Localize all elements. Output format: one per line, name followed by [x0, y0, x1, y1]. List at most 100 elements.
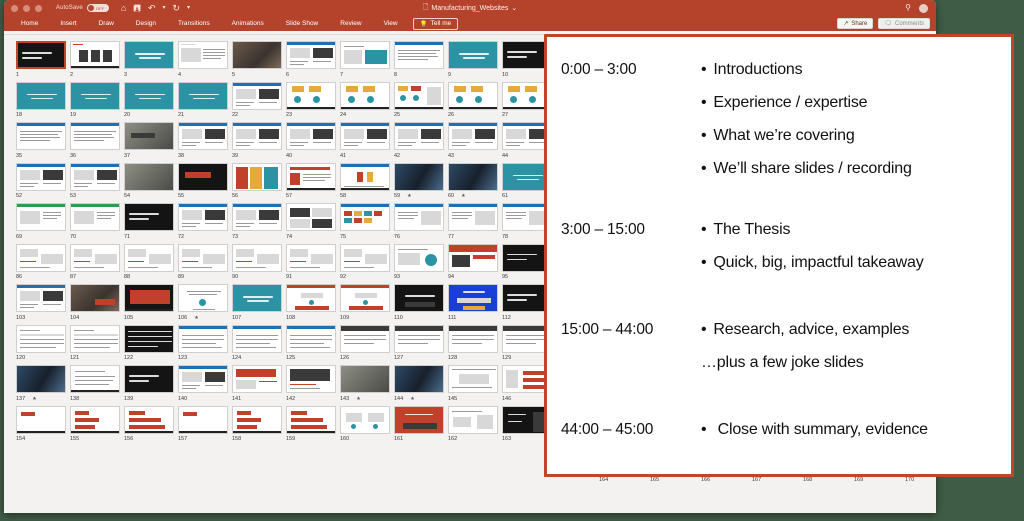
slide-cell[interactable]: 128	[448, 324, 501, 363]
slide-thumbnail-6[interactable]	[286, 41, 336, 69]
slide-thumbnail-58[interactable]	[340, 162, 390, 191]
tab-review[interactable]: Review	[329, 16, 372, 31]
slide-thumbnail-22[interactable]	[232, 81, 282, 110]
slide-thumbnail-89[interactable]	[178, 243, 228, 272]
slide-thumbnail-3[interactable]	[124, 41, 174, 69]
slide-cell[interactable]: 1	[16, 41, 69, 79]
slide-thumbnail-91[interactable]	[286, 243, 336, 272]
slide-cell[interactable]: 7	[340, 41, 393, 79]
slide-thumbnail-21[interactable]	[178, 81, 228, 110]
slide-cell[interactable]: 123	[178, 324, 231, 363]
slide-cell[interactable]: 3	[124, 41, 177, 79]
slide-thumbnail-18[interactable]	[16, 81, 66, 110]
slide-cell[interactable]: 52	[16, 162, 69, 201]
slide-thumbnail-155[interactable]	[70, 405, 120, 434]
slide-thumbnail-125[interactable]	[286, 324, 336, 353]
slide-thumbnail-90[interactable]	[232, 243, 282, 272]
slide-cell[interactable]: 138	[70, 365, 123, 403]
slide-cell[interactable]: 6	[286, 41, 339, 79]
slide-cell[interactable]: 55	[178, 162, 231, 201]
close-window-button[interactable]	[11, 4, 18, 12]
slide-thumbnail-104[interactable]	[70, 284, 120, 312]
undo-chevron-down-icon[interactable]: ▾	[162, 5, 165, 11]
tab-insert[interactable]: Insert	[49, 16, 87, 31]
slide-cell[interactable]: 69	[16, 203, 69, 241]
slide-thumbnail-156[interactable]	[124, 405, 174, 434]
slide-thumbnail-145[interactable]	[448, 365, 498, 393]
slide-thumbnail-25[interactable]	[394, 81, 444, 110]
slide-cell[interactable]: 161	[394, 405, 447, 444]
slide-thumbnail-5[interactable]	[232, 41, 282, 69]
slide-thumbnail-120[interactable]	[16, 324, 66, 353]
slide-thumbnail-127[interactable]	[394, 324, 444, 353]
slide-cell[interactable]: 40	[286, 122, 339, 160]
slide-thumbnail-35[interactable]	[16, 122, 66, 150]
slide-cell[interactable]: 87	[70, 243, 123, 282]
slide-thumbnail-53[interactable]	[70, 162, 120, 191]
search-icon[interactable]: ⚲	[905, 4, 911, 12]
slide-cell[interactable]: 127	[394, 324, 447, 363]
animation-star-icon[interactable]	[356, 396, 360, 402]
slide-thumbnail-160[interactable]	[340, 405, 390, 434]
slide-cell[interactable]: 70	[70, 203, 123, 241]
slide-thumbnail-23[interactable]	[286, 81, 336, 110]
animation-star-icon[interactable]	[32, 396, 36, 402]
slide-thumbnail-137[interactable]	[16, 365, 66, 393]
slide-thumbnail-19[interactable]	[70, 81, 120, 110]
slide-cell[interactable]: 120	[16, 324, 69, 363]
autosave-control[interactable]: AutoSave OFF	[56, 4, 109, 12]
tab-design[interactable]: Design	[125, 16, 167, 31]
slide-cell[interactable]: 157	[178, 405, 231, 444]
slide-cell[interactable]: 105	[124, 284, 177, 322]
slide-cell[interactable]: 145	[448, 365, 501, 403]
comments-button[interactable]: 🗨 Comments	[878, 18, 930, 29]
slide-thumbnail-124[interactable]	[232, 324, 282, 353]
slide-thumbnail-73[interactable]	[232, 203, 282, 231]
slide-thumbnail-110[interactable]	[394, 284, 444, 312]
slide-thumbnail-40[interactable]	[286, 122, 336, 150]
slide-cell[interactable]: 89	[178, 243, 231, 282]
slide-thumbnail-157[interactable]	[178, 405, 228, 434]
quick-access-toolbar[interactable]: ⌂ 🖪 ↶ ▾ ↻ ▾	[121, 3, 190, 13]
slide-cell[interactable]: 74	[286, 203, 339, 241]
slide-cell[interactable]: 57	[286, 162, 339, 201]
slide-thumbnail-159[interactable]	[286, 405, 336, 434]
save-icon[interactable]: 🖪	[133, 3, 141, 13]
redo-icon[interactable]: ↻	[173, 3, 181, 13]
slide-thumbnail-138[interactable]	[70, 365, 120, 393]
slide-thumbnail-56[interactable]	[232, 162, 282, 191]
slide-thumbnail-143[interactable]	[340, 365, 390, 393]
slide-cell[interactable]: 42	[394, 122, 447, 160]
slide-cell[interactable]: 22	[232, 81, 285, 120]
slide-cell[interactable]: 59	[394, 162, 447, 201]
slide-thumbnail-39[interactable]	[232, 122, 282, 150]
tab-home[interactable]: Home	[10, 16, 49, 31]
slide-cell[interactable]: 93	[394, 243, 447, 282]
slide-thumbnail-121[interactable]	[70, 324, 120, 353]
slide-thumbnail-52[interactable]	[16, 162, 66, 191]
slide-thumbnail-54[interactable]	[124, 162, 174, 191]
slide-cell[interactable]: 124	[232, 324, 285, 363]
slide-cell[interactable]: 71	[124, 203, 177, 241]
slide-cell[interactable]: 20	[124, 81, 177, 120]
slide-cell[interactable]: 143	[340, 365, 393, 403]
slide-cell[interactable]: 18	[16, 81, 69, 120]
slide-thumbnail-139[interactable]	[124, 365, 174, 393]
slide-thumbnail-109[interactable]	[340, 284, 390, 312]
home-icon[interactable]: ⌂	[121, 3, 126, 13]
slide-cell[interactable]: 154	[16, 405, 69, 444]
slide-cell[interactable]: 125	[286, 324, 339, 363]
slide-cell[interactable]: 160	[340, 405, 393, 444]
slide-cell[interactable]: 103	[16, 284, 69, 322]
slide-thumbnail-86[interactable]	[16, 243, 66, 272]
slide-cell[interactable]: 155	[70, 405, 123, 444]
slide-thumbnail-87[interactable]	[70, 243, 120, 272]
animation-star-icon[interactable]	[410, 396, 414, 402]
slide-thumbnail-105[interactable]	[124, 284, 174, 312]
slide-cell[interactable]: 106	[178, 284, 231, 322]
share-button[interactable]: ↗ Share	[837, 18, 874, 29]
slide-cell[interactable]: 158	[232, 405, 285, 444]
slide-thumbnail-111[interactable]	[448, 284, 498, 312]
slide-thumbnail-92[interactable]	[340, 243, 390, 272]
slide-cell[interactable]: 24	[340, 81, 393, 120]
